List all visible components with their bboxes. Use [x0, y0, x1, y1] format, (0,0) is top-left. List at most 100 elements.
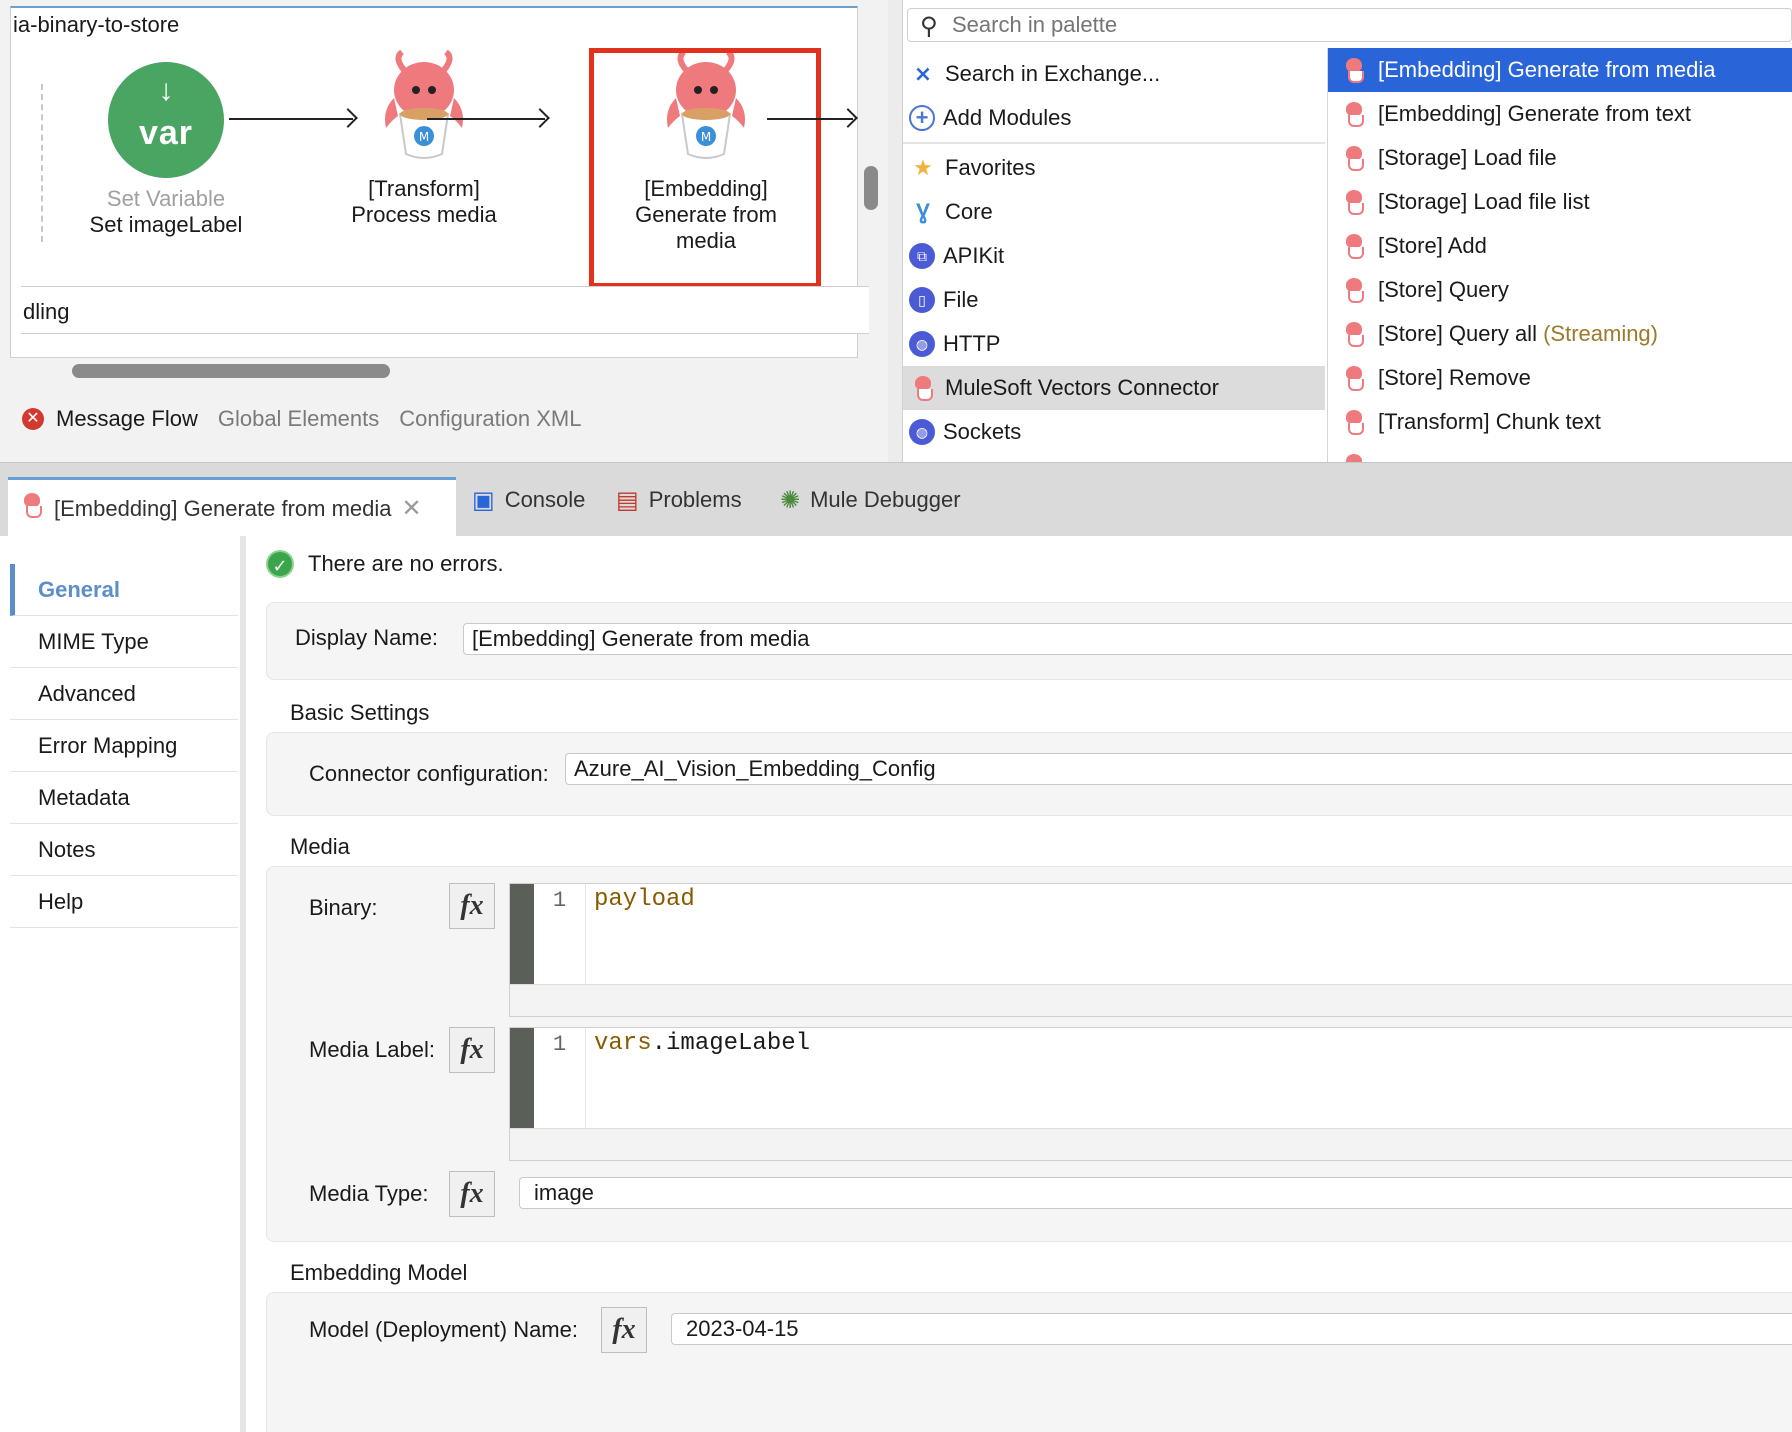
status-text: There are no errors. — [308, 551, 504, 576]
palette-category-mulesoft-vectors[interactable]: MuleSoft Vectors Connector — [903, 366, 1325, 410]
connector-config-label: Connector configuration: — [309, 761, 549, 786]
set-variable-node[interactable]: ↓ var Set Variable Set imageLabel — [71, 62, 261, 238]
connector-config-select[interactable]: Azure_AI_Vision_Embedding_Config — [565, 753, 1792, 785]
media-type-input[interactable]: image — [519, 1177, 1792, 1209]
exchange-icon: ⨯ — [913, 61, 933, 86]
binary-expression-editor[interactable]: 1 payload — [509, 883, 1792, 1017]
media-label-expression-editor[interactable]: 1 vars.imageLabel — [509, 1027, 1792, 1161]
palette-category-add-modules[interactable]: + Add Modules — [903, 96, 1325, 140]
operation-label: [Storage] Load file — [1378, 145, 1557, 170]
error-handling-section[interactable]: dling — [21, 286, 869, 334]
bug-icon: ✺ — [780, 486, 801, 514]
palette-category-exchange[interactable]: ⨯ Search in Exchange... — [903, 52, 1325, 96]
editor-margin — [510, 1028, 534, 1128]
display-name-input[interactable]: [Embedding] Generate from media — [463, 623, 1792, 655]
node-name-label: Set imageLabel — [89, 212, 243, 237]
category-label: HTTP — [943, 331, 1001, 356]
bottom-view-tabs: [Embedding] Generate from media ✕ ▣ Cons… — [0, 462, 1792, 537]
palette-search-box[interactable]: ⚲ — [907, 8, 1792, 42]
globe-icon: ◍ — [909, 331, 935, 357]
vertical-scrollbar[interactable] — [864, 166, 878, 210]
operation-store-query-all[interactable]: [Store] Query all (Streaming) — [1328, 312, 1792, 356]
category-label: APIKit — [943, 243, 1005, 268]
flow-source-divider — [41, 84, 43, 242]
operation-label: [Embedding] Generate from media — [1378, 57, 1716, 82]
operation-storage-load-file-list[interactable]: [Storage] Load file list — [1328, 180, 1792, 224]
tab-mule-debugger[interactable]: ✺ Mule Debugger — [780, 477, 961, 523]
streaming-suffix: (Streaming) — [1543, 321, 1658, 346]
fx-toggle-button[interactable]: fx — [449, 1171, 495, 1217]
error-icon: ✕ — [22, 408, 44, 430]
svg-text:M: M — [419, 130, 429, 144]
operation-list-item-partial[interactable] — [1328, 444, 1792, 462]
nav-mime-type[interactable]: MIME Type — [10, 616, 238, 668]
mule-palette: ⚲ ⨯ Search in Exchange... + Add Modules … — [902, 0, 1792, 462]
line-number: 1 — [534, 1028, 586, 1128]
octopus-icon — [1342, 57, 1368, 83]
octopus-icon: M — [385, 49, 463, 159]
operation-label: [Store] Query all — [1378, 321, 1544, 346]
check-icon: ✓ — [266, 550, 294, 578]
tab-properties-embedding[interactable]: [Embedding] Generate from media ✕ — [8, 477, 456, 537]
nav-advanced[interactable]: Advanced — [10, 668, 238, 720]
category-label: Add Modules — [943, 105, 1072, 130]
category-label: Search in Exchange... — [945, 61, 1161, 86]
operation-embedding-generate-from-text[interactable]: [Embedding] Generate from text — [1328, 92, 1792, 136]
down-arrow-icon: ↓ — [158, 74, 174, 107]
properties-form: ✓ There are no errors. Display Name: [Em… — [262, 536, 1792, 1432]
operation-label: [Store] Query — [1378, 277, 1509, 302]
flow-container[interactable]: ia-binary-to-store ↓ var Set Variable Se… — [10, 6, 869, 358]
tab-message-flow[interactable]: Message Flow — [56, 406, 198, 432]
display-name-label: Display Name: — [295, 625, 439, 650]
selected-node-highlight — [589, 48, 821, 288]
operation-store-query[interactable]: [Store] Query — [1328, 268, 1792, 312]
palette-category-favorites[interactable]: ★ Favorites — [903, 146, 1325, 190]
category-label: Sockets — [943, 419, 1022, 444]
binary-label: Binary: — [309, 895, 378, 920]
horizontal-scrollbar[interactable] — [72, 364, 390, 378]
line-number: 1 — [534, 884, 586, 984]
palette-category-http[interactable]: ◍ HTTP — [903, 322, 1325, 366]
operation-store-add[interactable]: [Store] Add — [1328, 224, 1792, 268]
tab-problems[interactable]: ▤ Problems — [616, 477, 742, 523]
fx-toggle-button[interactable]: fx — [601, 1307, 647, 1353]
nav-general[interactable]: General — [10, 564, 238, 616]
palette-category-apikit[interactable]: ⧉ APIKit — [903, 234, 1325, 278]
nav-metadata[interactable]: Metadata — [10, 772, 238, 824]
transform-process-media-node[interactable]: M [Transform] Process media — [319, 49, 529, 228]
palette-category-file[interactable]: ▯ File — [903, 278, 1325, 322]
editor-footer — [510, 984, 1792, 1016]
operation-store-remove[interactable]: [Store] Remove — [1328, 356, 1792, 400]
model-name-input[interactable]: 2023-04-15 — [671, 1313, 1792, 1345]
octopus-icon — [1342, 101, 1368, 127]
nav-error-mapping[interactable]: Error Mapping — [10, 720, 238, 772]
octopus-icon — [1342, 321, 1368, 347]
nav-help[interactable]: Help — [10, 876, 238, 928]
operation-embedding-generate-from-media[interactable]: [Embedding] Generate from media — [1328, 48, 1792, 92]
operation-storage-load-file[interactable]: [Storage] Load file — [1328, 136, 1792, 180]
close-icon[interactable]: ✕ — [402, 494, 422, 523]
media-label-label: Media Label: — [309, 1037, 435, 1062]
tab-console[interactable]: ▣ Console — [472, 477, 585, 523]
panel-divider[interactable] — [240, 536, 246, 1432]
tab-configuration-xml[interactable]: Configuration XML — [399, 406, 581, 432]
tab-global-elements[interactable]: Global Elements — [218, 406, 379, 432]
nav-notes[interactable]: Notes — [10, 824, 238, 876]
operation-transform-chunk-text[interactable]: [Transform] Chunk text — [1328, 400, 1792, 444]
tab-label: [Embedding] Generate from media — [54, 495, 392, 521]
palette-category-sockets[interactable]: ◍ Sockets — [903, 410, 1325, 454]
star-icon: ★ — [913, 155, 933, 180]
media-type-label: Media Type: — [309, 1181, 429, 1206]
file-icon: ▯ — [909, 287, 935, 313]
code-token: vars — [594, 1030, 652, 1057]
editor-view-tabs: ✕ Message Flow Global Elements Configura… — [22, 406, 581, 432]
palette-search-input[interactable] — [952, 12, 1552, 38]
operation-label: [Store] Add — [1378, 233, 1487, 258]
operation-label: [Embedding] Generate from text — [1378, 101, 1692, 126]
palette-category-core[interactable]: Ɣ Core — [903, 190, 1325, 234]
octopus-icon — [1342, 233, 1368, 259]
fx-toggle-button[interactable]: fx — [449, 883, 495, 929]
node-caption-line2: Process media — [351, 202, 497, 227]
fx-toggle-button[interactable]: fx — [449, 1027, 495, 1073]
embedding-model-title: Embedding Model — [290, 1260, 468, 1285]
